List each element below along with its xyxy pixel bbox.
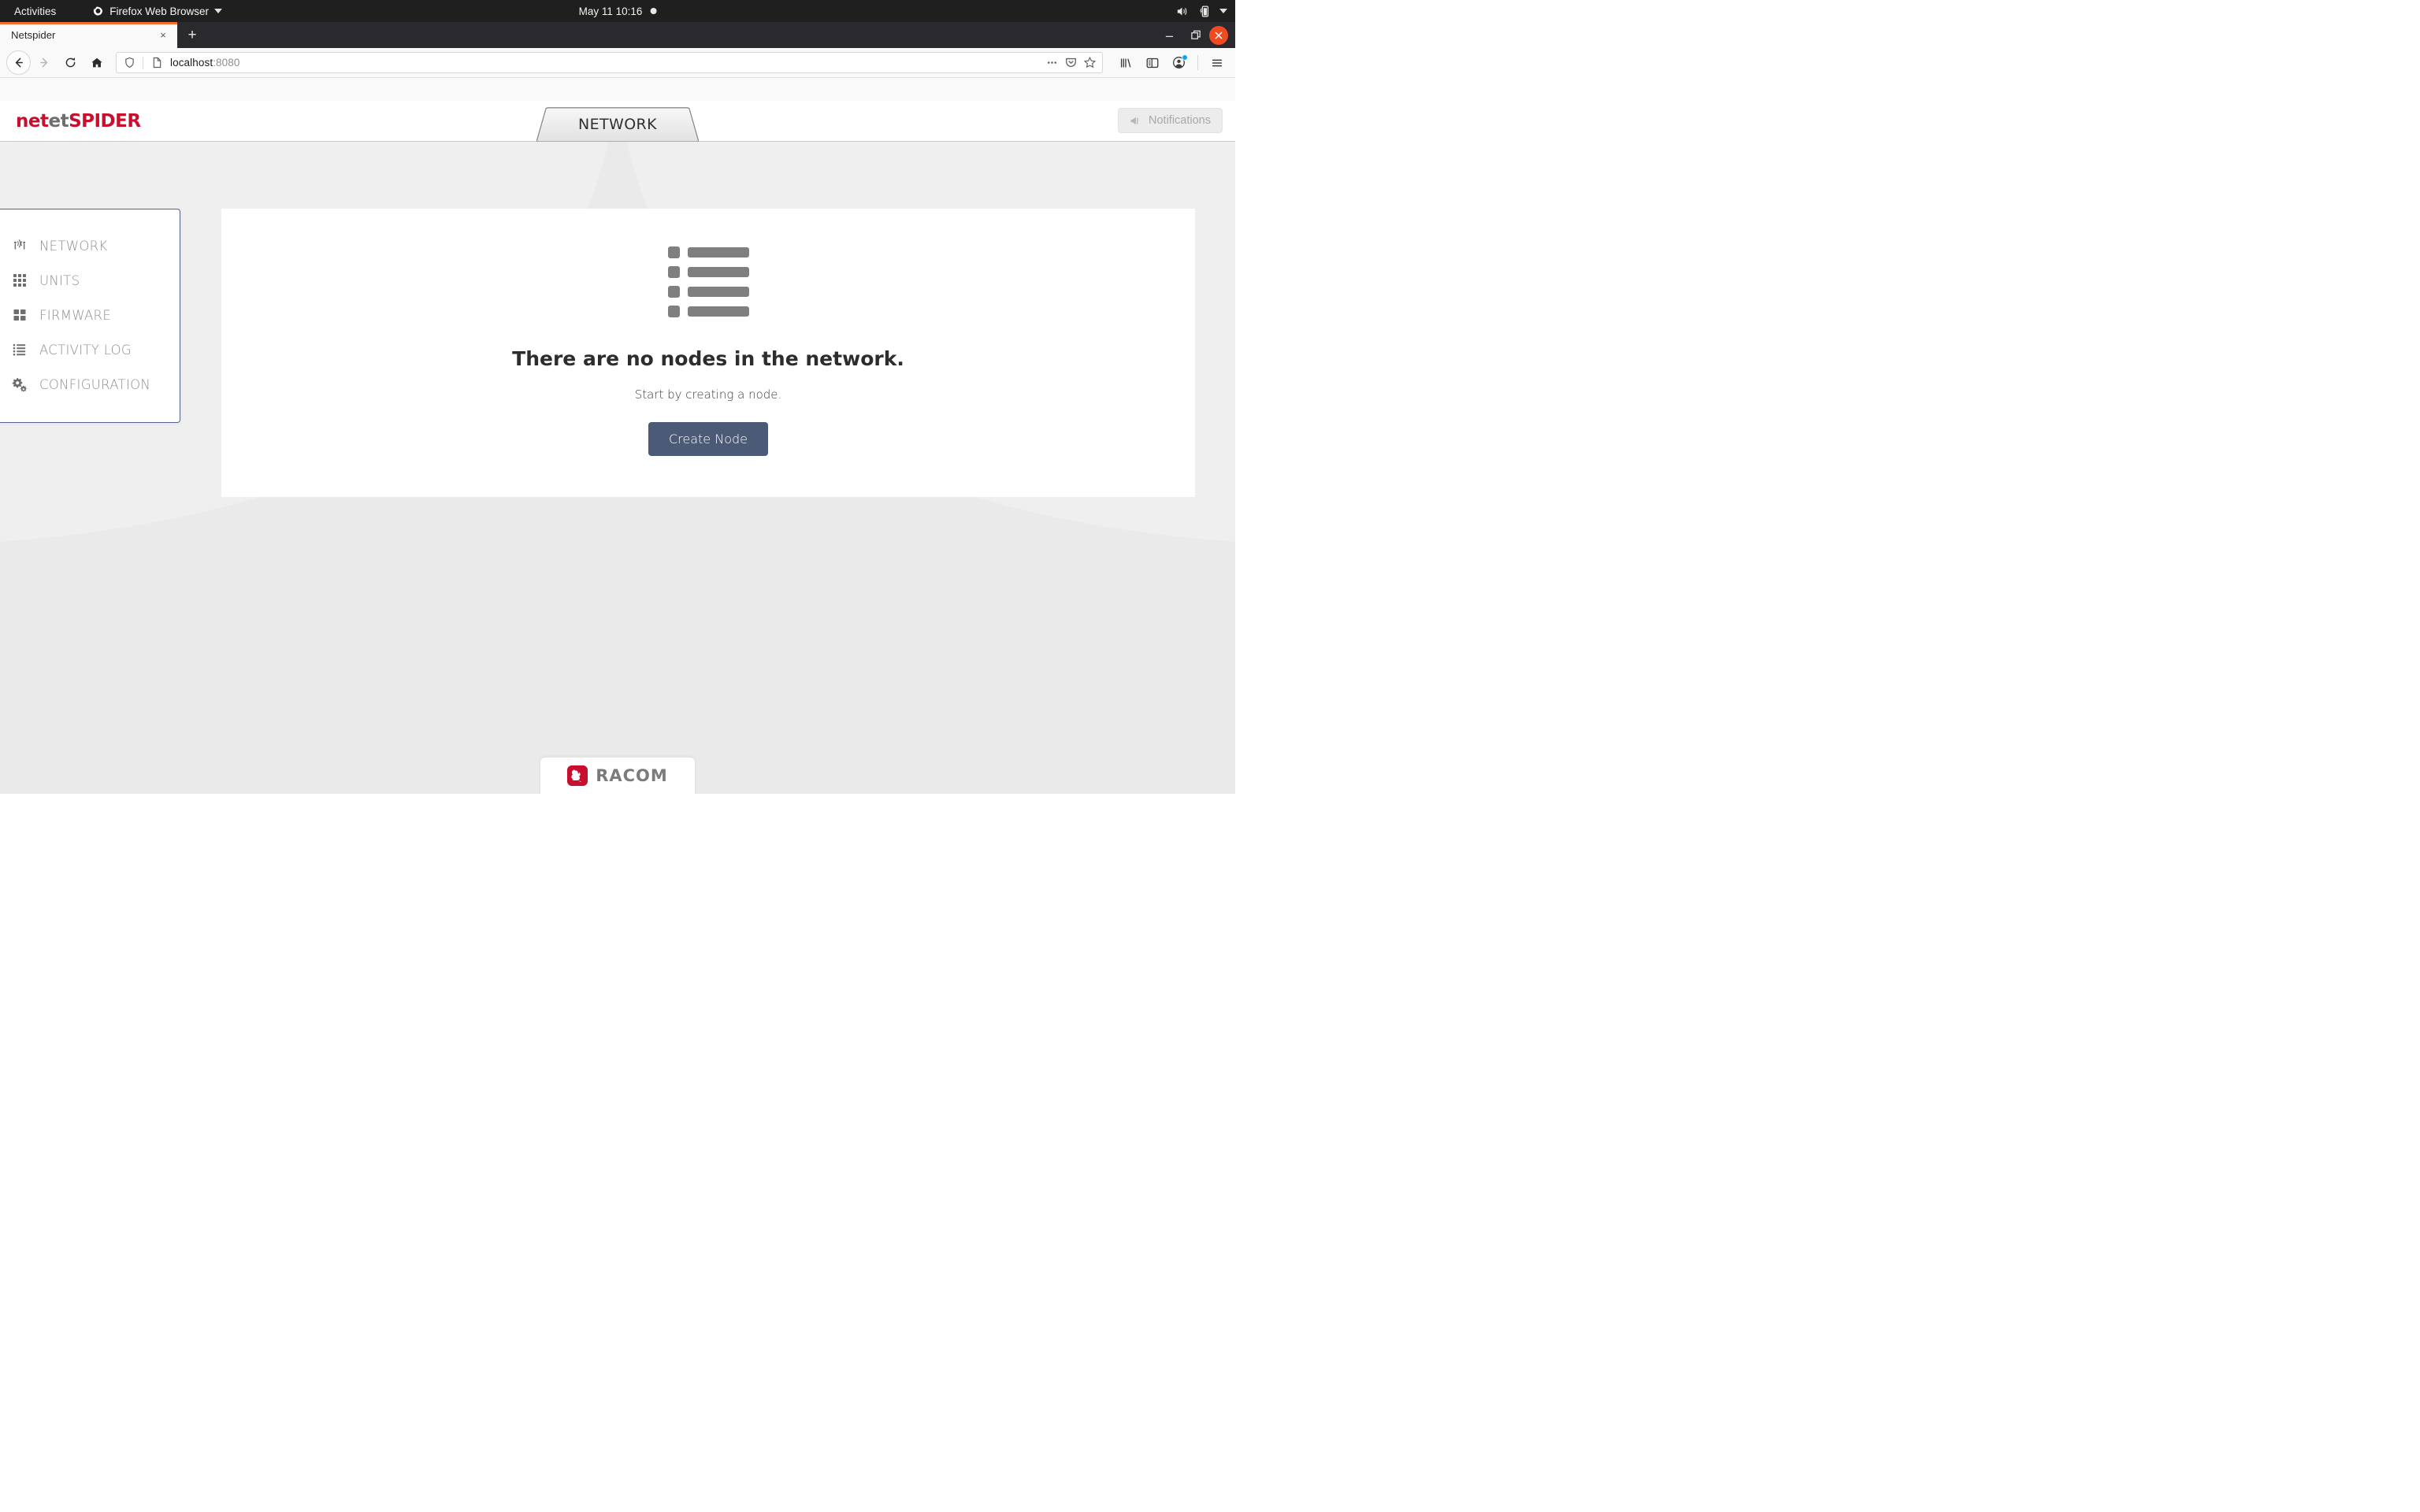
url-actions — [1043, 54, 1098, 72]
clock[interactable]: May 11 10:16 — [579, 6, 657, 17]
url-port: :8080 — [213, 57, 240, 69]
racom-squirrel-icon — [567, 765, 588, 786]
app-menu-firefox[interactable]: Firefox Web Browser — [92, 5, 223, 17]
tab-network-label: NETWORK — [577, 116, 658, 133]
navigation-toolbar: localhost:8080 — [0, 48, 1235, 78]
racom-wordmark: RACOM — [596, 766, 668, 785]
placeholder-square — [667, 246, 680, 258]
url-host: localhost — [170, 57, 213, 69]
tracking-protection-shield-icon[interactable] — [121, 54, 138, 72]
empty-state-title: There are no nodes in the network. — [512, 347, 904, 370]
app-header: netetSPIDER NETWORK Notifications — [0, 101, 1235, 142]
app-menu-label: Firefox Web Browser — [109, 5, 210, 17]
sidebar-item-label: FIRMWARE — [39, 307, 112, 323]
battery-charging-icon — [1200, 6, 1209, 17]
bookmark-star-icon[interactable] — [1081, 54, 1098, 72]
placeholder-bar — [687, 247, 749, 258]
brand-part-et: et — [48, 110, 69, 132]
new-tab-button[interactable]: + — [177, 22, 207, 48]
sidebar-item-label: UNITS — [39, 272, 80, 288]
list-placeholder-icon — [667, 246, 749, 325]
system-menu-caret-icon — [1219, 9, 1227, 13]
placeholder-bar — [687, 267, 749, 277]
web-page: netetSPIDER NETWORK Notifications NETWOR… — [0, 101, 1235, 794]
notifications-label: Notifications — [1149, 114, 1211, 127]
window-controls — [1156, 22, 1235, 48]
toolbar-divider — [1197, 55, 1198, 70]
back-button[interactable] — [6, 50, 31, 75]
clock-label: May 11 10:16 — [578, 5, 643, 17]
page-actions-ellipsis-icon[interactable] — [1043, 54, 1060, 72]
sidebar-item-units[interactable]: UNITS — [0, 263, 180, 298]
tab-close-icon[interactable]: × — [155, 28, 171, 43]
app-menu-icon[interactable] — [1204, 50, 1229, 75]
toolbar-right-buttons — [1110, 50, 1229, 75]
brand-part-n: net — [16, 110, 49, 132]
home-button[interactable] — [84, 50, 109, 75]
browser-tab-netspider[interactable]: Netspider × — [0, 22, 177, 48]
account-notification-dot-icon — [1182, 54, 1188, 61]
account-icon[interactable] — [1167, 50, 1191, 75]
gears-icon — [11, 376, 28, 393]
chevron-down-icon — [214, 9, 223, 13]
placeholder-bar — [687, 306, 749, 317]
gnome-top-bar: Activities Firefox Web Browser May 11 10… — [0, 0, 1235, 22]
sidebar-item-label: ACTIVITY LOG — [39, 342, 132, 358]
placeholder-bar — [687, 287, 749, 297]
firefox-window: Netspider × + localhost:8080 netetSPIDER… — [0, 22, 1235, 794]
sidebar-item-label: CONFIGURATION — [39, 376, 151, 392]
placeholder-row — [667, 286, 749, 298]
tab-network[interactable]: NETWORK — [536, 107, 699, 142]
library-icon[interactable] — [1113, 50, 1138, 75]
minimize-button[interactable] — [1156, 22, 1182, 48]
forward-button[interactable] — [32, 50, 57, 75]
placeholder-square — [667, 266, 680, 278]
url-bar[interactable]: localhost:8080 — [116, 52, 1103, 73]
restore-button[interactable] — [1182, 22, 1209, 48]
placeholder-square — [667, 306, 680, 317]
list-icon — [11, 341, 28, 358]
firefox-icon — [94, 6, 103, 15]
notifications-button[interactable]: Notifications — [1118, 108, 1223, 133]
placeholder-row — [667, 306, 749, 317]
sidebar-item-label: NETWORK — [39, 238, 108, 254]
empty-state-subtitle: Start by creating a node. — [634, 387, 782, 402]
sidebar-item-activity-log[interactable]: ACTIVITY LOG — [0, 332, 180, 367]
sidebar-item-configuration[interactable]: CONFIGURATION — [0, 367, 180, 402]
grid-3x3-icon — [11, 272, 28, 289]
sidebar-item-firmware[interactable]: FIRMWARE — [0, 298, 180, 332]
placeholder-row — [667, 266, 749, 278]
system-tray[interactable] — [1175, 5, 1227, 18]
tab-title: Netspider — [11, 29, 56, 41]
tab-strip: Netspider × + — [0, 22, 1235, 48]
close-button[interactable] — [1209, 25, 1228, 45]
sidebar-toggle-icon[interactable] — [1140, 50, 1164, 75]
pocket-save-icon[interactable] — [1062, 54, 1079, 72]
volume-icon — [1177, 7, 1187, 15]
create-node-button[interactable]: Create Node — [648, 422, 768, 456]
activities-button[interactable]: Activities — [9, 3, 61, 20]
grid-2x2-icon — [11, 306, 28, 324]
recording-indicator-icon — [650, 8, 657, 14]
sidebar: NETWORK UNITS FIRMWARE ACTIVITY LOG CONF… — [0, 209, 180, 423]
page-document-icon — [148, 54, 165, 72]
placeholder-row — [667, 246, 749, 258]
sidebar-item-network[interactable]: NETWORK — [0, 228, 180, 263]
network-content-card: There are no nodes in the network. Start… — [221, 209, 1195, 497]
megaphone-icon — [1130, 117, 1138, 124]
antenna-network-icon — [11, 237, 28, 254]
brand-logo: netetSPIDER — [16, 111, 141, 132]
reload-button[interactable] — [58, 50, 83, 75]
url-text[interactable]: localhost:8080 — [170, 57, 1038, 69]
placeholder-square — [667, 286, 680, 298]
racom-footer-logo[interactable]: RACOM — [540, 758, 695, 794]
brand-part-spider: SPIDER — [69, 110, 141, 132]
